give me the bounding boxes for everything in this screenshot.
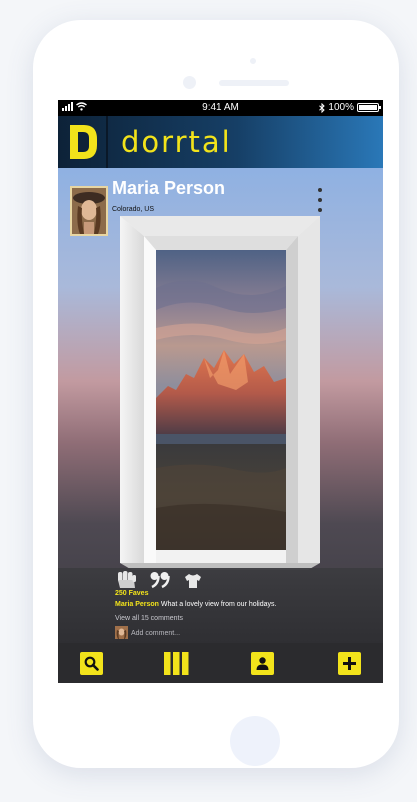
tab-search[interactable] xyxy=(80,652,103,675)
profile-icon xyxy=(256,657,269,670)
app-title: dorrtal xyxy=(121,125,232,159)
earpiece-speaker xyxy=(219,80,289,86)
tab-doors[interactable] xyxy=(164,652,189,675)
quote-icon[interactable] xyxy=(150,570,170,590)
caption-text: What a lovely view from our holidays. xyxy=(160,601,277,608)
avatar-photo xyxy=(72,188,106,234)
bottom-tab-bar xyxy=(58,643,383,683)
battery-icon xyxy=(357,103,381,112)
search-icon xyxy=(84,656,99,671)
status-right: 100% xyxy=(319,102,381,113)
app-header: dorrtal xyxy=(58,116,383,168)
app-logo[interactable] xyxy=(58,116,108,168)
faves-count[interactable]: 250 Faves xyxy=(115,590,148,597)
mini-avatar-photo xyxy=(115,626,128,639)
add-icon xyxy=(343,657,356,670)
app-screen: 9:41 AM 100% dorrtal Maria Person Colora… xyxy=(58,100,383,683)
author-name[interactable]: Maria Person xyxy=(112,178,225,199)
bluetooth-icon xyxy=(319,102,326,113)
caption-author[interactable]: Maria Person xyxy=(115,601,159,608)
commenter-avatar xyxy=(115,626,128,639)
add-comment-input[interactable]: Add comment... xyxy=(131,630,180,637)
tab-add[interactable] xyxy=(338,652,361,675)
front-camera xyxy=(183,76,196,89)
shirt-icon[interactable] xyxy=(184,573,202,589)
proximity-sensor xyxy=(250,58,256,64)
home-button[interactable] xyxy=(230,716,280,766)
battery-fill xyxy=(359,105,377,110)
status-bar: 9:41 AM 100% xyxy=(58,100,383,116)
battery-percent: 100% xyxy=(328,102,354,113)
post-caption: Maria Person What a lovely view from our… xyxy=(115,601,276,608)
view-comments-link[interactable]: View all 15 comments xyxy=(115,615,183,622)
tab-profile[interactable] xyxy=(251,652,274,675)
author-location: Colorado, US xyxy=(112,206,155,213)
post-actions: 250 Faves Maria Person What a lovely vie… xyxy=(58,568,383,643)
author-avatar[interactable] xyxy=(70,186,108,236)
fist-icon[interactable] xyxy=(116,570,138,590)
door-logo-icon xyxy=(70,125,97,159)
doors-icon xyxy=(164,652,189,675)
more-options-icon[interactable] xyxy=(316,188,324,212)
